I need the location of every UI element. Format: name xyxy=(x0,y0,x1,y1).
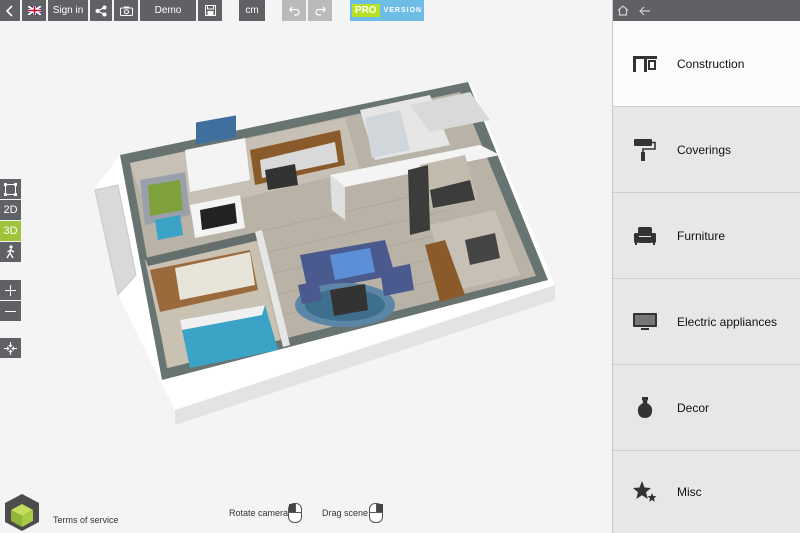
minus-icon xyxy=(5,310,16,312)
toolbar-gap xyxy=(334,0,348,21)
armchair-icon xyxy=(632,223,658,249)
project-name-button[interactable]: Demo xyxy=(140,0,196,21)
app-logo xyxy=(5,494,39,531)
home-button[interactable] xyxy=(617,5,629,16)
category-electric-appliances[interactable]: Electric appliances xyxy=(613,279,800,365)
panel-back-button[interactable] xyxy=(639,6,651,16)
pro-badge: PRO xyxy=(351,4,380,17)
3d-viewport[interactable]: Sign in Demo cm PRO VERSION 2D 3D Terms … xyxy=(0,0,612,533)
category-construction[interactable]: Construction xyxy=(613,21,800,107)
left-mouse-icon xyxy=(288,503,302,523)
chevron-left-icon xyxy=(6,4,13,17)
screenshot-button[interactable] xyxy=(114,0,138,21)
category-decor[interactable]: Decor xyxy=(613,365,800,451)
fit-view-button[interactable] xyxy=(0,338,21,358)
unit-button[interactable]: cm xyxy=(239,0,265,21)
sign-in-button[interactable]: Sign in xyxy=(48,0,88,21)
home-icon xyxy=(617,5,629,16)
right-mouse-icon xyxy=(369,503,383,523)
redo-icon xyxy=(314,6,326,16)
category-label: Decor xyxy=(677,400,710,415)
floor-plan-3d-view[interactable] xyxy=(0,0,612,533)
uk-flag-icon xyxy=(27,6,41,15)
camera-icon xyxy=(119,6,133,16)
rotate-camera-hint: Rotate camera xyxy=(229,508,289,518)
category-label: Furniture xyxy=(677,228,726,243)
arrow-left-icon xyxy=(639,6,650,15)
language-button[interactable] xyxy=(22,0,46,21)
category-label: Construction xyxy=(677,56,745,71)
select-tool-button[interactable] xyxy=(0,179,21,199)
toolbar-gap xyxy=(267,0,280,21)
catalog-panel: Construction Coverings Furniture Electri… xyxy=(612,0,800,533)
collapse-arrows-icon xyxy=(4,341,17,355)
category-label: Misc xyxy=(677,485,702,499)
select-area-icon xyxy=(4,182,17,196)
drag-scene-hint: Drag scene xyxy=(322,508,369,518)
save-button[interactable] xyxy=(198,0,222,21)
version-label: VERSION xyxy=(383,7,423,14)
view-3d-button[interactable]: 3D xyxy=(0,221,21,241)
toolbar-gap xyxy=(224,0,237,21)
vase-icon xyxy=(632,395,658,421)
zoom-in-button[interactable] xyxy=(0,280,21,300)
paint-roller-icon xyxy=(632,137,658,163)
plus-icon xyxy=(5,284,16,296)
share-icon xyxy=(95,5,107,16)
zoom-out-button[interactable] xyxy=(0,301,21,321)
walking-person-icon xyxy=(6,245,15,259)
category-furniture[interactable]: Furniture xyxy=(613,193,800,279)
save-icon xyxy=(204,5,216,16)
tv-icon xyxy=(632,309,658,335)
category-label: Coverings xyxy=(677,142,732,157)
top-toolbar: Sign in Demo cm PRO VERSION xyxy=(0,0,424,21)
undo-button[interactable] xyxy=(282,0,306,21)
undo-icon xyxy=(288,6,300,16)
category-label: Electric appliances xyxy=(677,314,778,329)
share-button[interactable] xyxy=(90,0,112,21)
stars-icon xyxy=(632,479,658,505)
category-misc[interactable]: Misc xyxy=(613,451,800,533)
terms-of-service-link[interactable]: Terms of service xyxy=(53,515,119,525)
pro-version-button[interactable]: PRO VERSION xyxy=(350,0,424,21)
panel-header xyxy=(613,0,800,21)
view-2d-button[interactable]: 2D xyxy=(0,200,21,220)
construction-icon xyxy=(632,51,658,77)
category-coverings[interactable]: Coverings xyxy=(613,107,800,193)
redo-button[interactable] xyxy=(308,0,332,21)
walk-mode-button[interactable] xyxy=(0,242,21,262)
back-button[interactable] xyxy=(0,0,20,21)
